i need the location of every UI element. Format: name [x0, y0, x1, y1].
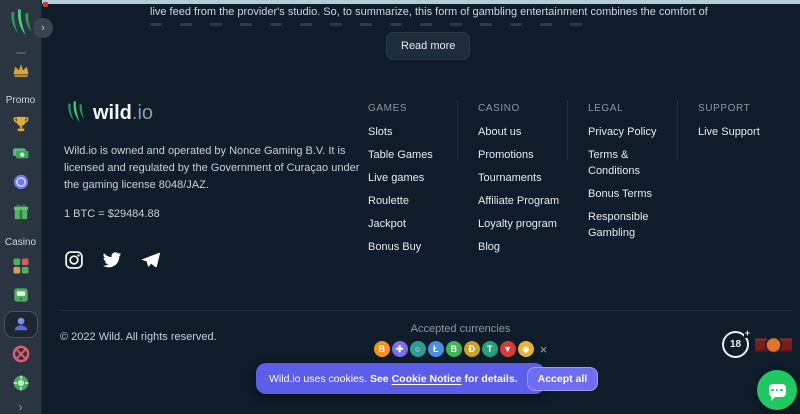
footer-link-tournaments[interactable]: Tournaments [478, 170, 578, 186]
bitcoin-cash-coin-icon[interactable]: B [446, 341, 462, 357]
sidebar-item-vip-crown[interactable] [4, 57, 38, 83]
footer-divider [60, 310, 792, 311]
gift-icon [11, 202, 31, 222]
footer-column-games: GAMES Slots Table Games Live games Roule… [368, 103, 468, 262]
poker-chip-icon [11, 373, 31, 393]
wild-io-page: Promo [0, 0, 800, 414]
binance-coin-icon[interactable]: ◆ [518, 341, 534, 357]
license-text: Wild.io is owned and operated by Nonce G… [64, 143, 364, 194]
accept-all-button[interactable]: Accept all [527, 367, 599, 391]
sidebar-item-slot-machine[interactable] [4, 282, 38, 308]
sidebar-expand-button[interactable]: › [33, 18, 53, 38]
copyright-text: © 2022 Wild. All rights reserved. [60, 331, 217, 343]
bitcoin-coin-icon[interactable]: B [374, 341, 390, 357]
trophy-icon [11, 114, 31, 134]
social-links [64, 250, 160, 270]
age-18-number: 18 [730, 339, 741, 350]
age-18-badge: 18 + [722, 331, 749, 358]
cookie-text: Wild.io uses cookies. See Cookie Notice … [269, 373, 518, 385]
sidebar-item-rakeback[interactable] [4, 169, 38, 195]
footer-column-legal: LEGAL Privacy Policy Terms & Conditions … [588, 103, 683, 248]
litecoin-coin-icon[interactable]: Ł [428, 341, 444, 357]
sidebar-section-promo: Promo [6, 95, 35, 106]
footer-column-title: SUPPORT [698, 103, 798, 114]
btc-rate: 1 BTC = $29484.88 [64, 208, 160, 220]
footer-link-affiliate-program[interactable]: Affiliate Program [478, 193, 578, 209]
footer-link-bonus-buy[interactable]: Bonus Buy [368, 239, 468, 255]
sidebar-item-poker[interactable] [4, 370, 38, 396]
footer-logo[interactable]: wild.io [64, 100, 153, 126]
footer-link-live-support[interactable]: Live Support [698, 124, 798, 140]
wild-claw-logo-icon [64, 100, 88, 126]
accepted-currencies-label: Accepted currencies [411, 323, 511, 335]
cookie-notice-bar: Wild.io uses cookies. See Cookie Notice … [256, 363, 545, 394]
crown-icon [11, 60, 31, 80]
age-plus-sign: + [744, 328, 751, 338]
currency-coin-row: B ✚ ○ Ł B Đ T ▼ ◆ × [374, 341, 548, 357]
footer-link-slots[interactable]: Slots [368, 124, 468, 140]
footer-link-loyalty-program[interactable]: Loyalty program [478, 216, 578, 232]
footer-column-title: CASINO [478, 103, 578, 114]
sidebar-scroll-chevron[interactable]: › [19, 400, 23, 414]
footer-link-privacy-policy[interactable]: Privacy Policy [588, 124, 683, 140]
accepted-currencies: Accepted currencies B ✚ ○ Ł B Đ T ▼ ◆ × [358, 323, 563, 357]
cookie-notice-link[interactable]: Cookie Notice [392, 373, 462, 385]
sidebar-item-tournaments[interactable] [4, 111, 38, 137]
tron-coin-icon[interactable]: ▼ [500, 341, 516, 357]
footer-link-roulette[interactable]: Roulette [368, 193, 468, 209]
slot-machine-icon [11, 285, 31, 305]
footer-column-casino: CASINO About us Promotions Tournaments A… [478, 103, 578, 262]
sidebar-item-cashback[interactable] [4, 140, 38, 166]
coin-icon [11, 172, 31, 192]
cutoff-red-dot [43, 2, 48, 7]
cash-icon [11, 143, 31, 163]
footer-link-terms-conditions[interactable]: Terms & Conditions [588, 147, 683, 179]
live-chat-button[interactable] [757, 370, 797, 410]
sidebar-item-roulette[interactable] [4, 341, 38, 367]
curacao-license-badge-icon[interactable] [755, 333, 792, 357]
roulette-wheel-icon [11, 344, 31, 364]
footer-column-title: LEGAL [588, 103, 683, 114]
dogecoin-coin-icon[interactable]: Đ [464, 341, 480, 357]
live-dealer-icon [11, 314, 31, 334]
sidebar-section-casino: Casino [5, 237, 36, 248]
sidebar-item-slots[interactable] [4, 253, 38, 279]
cutoff-image-strip [42, 0, 800, 4]
article-faded-line [150, 23, 595, 26]
article-paragraph: live feed from the provider's studio. So… [150, 6, 790, 18]
telegram-icon[interactable] [140, 250, 160, 270]
instagram-icon[interactable] [64, 250, 84, 270]
sidebar: Promo [0, 0, 42, 414]
slots-grid-icon [11, 256, 31, 276]
tether-coin-icon[interactable]: T [482, 341, 498, 357]
chat-bubble-icon [769, 384, 786, 397]
footer-link-live-games[interactable]: Live games [368, 170, 468, 186]
footer-column-support: SUPPORT Live Support [698, 103, 798, 147]
footer-link-table-games[interactable]: Table Games [368, 147, 468, 163]
close-icon[interactable]: × [540, 342, 548, 357]
sidebar-item-bonuses[interactable] [4, 199, 38, 225]
footer-link-promotions[interactable]: Promotions [478, 147, 578, 163]
sidebar-item-live-casino[interactable] [4, 311, 38, 337]
footer-link-blog[interactable]: Blog [478, 239, 578, 255]
footer-link-about-us[interactable]: About us [478, 124, 578, 140]
ethereum-coin-icon[interactable]: ✚ [392, 341, 408, 357]
footer-link-jackpot[interactable]: Jackpot [368, 216, 468, 232]
footer-link-responsible-gambling[interactable]: Responsible Gambling [588, 209, 683, 241]
brand-tld: .io [132, 102, 153, 125]
footer-link-bonus-terms[interactable]: Bonus Terms [588, 186, 683, 202]
usd-coin-icon[interactable]: ○ [410, 341, 426, 357]
read-more-button[interactable]: Read more [386, 32, 470, 60]
twitter-icon[interactable] [102, 250, 122, 270]
brand-name: wild [93, 102, 132, 125]
sidebar-divider [16, 52, 26, 54]
footer-column-title: GAMES [368, 103, 468, 114]
wild-claw-logo-icon[interactable] [6, 8, 36, 42]
